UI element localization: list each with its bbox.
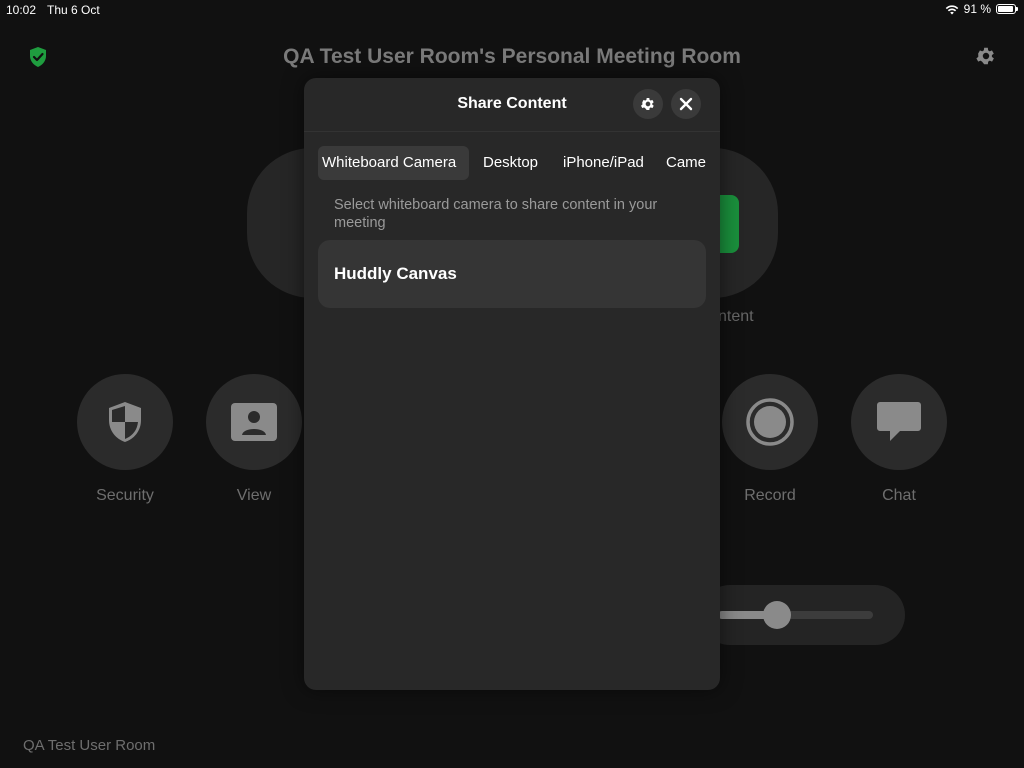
status-date: Thu 6 Oct: [47, 3, 100, 17]
security-shield-icon: [109, 402, 141, 442]
share-source-tabs: Whiteboard Camera Desktop iPhone/iPad Ca…: [318, 146, 720, 180]
security-label: Security: [96, 487, 154, 504]
modal-settings-button[interactable]: [633, 89, 663, 119]
share-hint-text: Select whiteboard camera to share conten…: [334, 197, 658, 231]
tab-camera[interactable]: Came: [662, 146, 710, 180]
tab-whiteboard-camera[interactable]: Whiteboard Camera: [318, 146, 469, 180]
share-content-modal: Share Content Whiteboard Camera Desktop …: [304, 78, 720, 690]
volume-slider-thumb[interactable]: [763, 601, 791, 629]
footer-room-name: QA Test User Room: [23, 737, 156, 754]
share-content-label: ntent: [718, 308, 754, 325]
record-control[interactable]: Record: [722, 374, 818, 505]
volume-slider[interactable]: [718, 611, 873, 619]
device-item-huddly-canvas[interactable]: Huddly Canvas: [318, 240, 706, 308]
status-time: 10:02: [6, 3, 37, 17]
device-label: Huddly Canvas: [334, 264, 457, 283]
gear-icon: [641, 98, 654, 110]
tab-desktop[interactable]: Desktop: [479, 146, 542, 180]
chat-label: Chat: [882, 487, 916, 504]
security-control[interactable]: Security: [77, 374, 173, 505]
room-title: QA Test User Room's Personal Meeting Roo…: [283, 45, 741, 68]
tab-iphone-ipad[interactable]: iPhone/iPad: [559, 146, 648, 180]
modal-divider: [304, 131, 720, 132]
record-icon: [746, 398, 794, 446]
record-label: Record: [744, 487, 796, 504]
status-bar: 10:02 Thu 6 Oct 91 %: [0, 0, 1024, 20]
view-control[interactable]: View: [206, 374, 302, 505]
settings-gear-icon[interactable]: [975, 45, 997, 67]
chat-control[interactable]: Chat: [851, 374, 947, 505]
chat-bubble-icon: [877, 402, 921, 441]
view-label: View: [236, 487, 272, 504]
battery-icon: [996, 4, 1018, 14]
person-view-icon: [231, 403, 277, 441]
wifi-icon: [945, 4, 958, 14]
status-right: 91 %: [945, 2, 1018, 16]
close-icon: [679, 97, 693, 111]
battery-percent: 91 %: [963, 2, 991, 16]
modal-close-button[interactable]: [671, 89, 701, 119]
